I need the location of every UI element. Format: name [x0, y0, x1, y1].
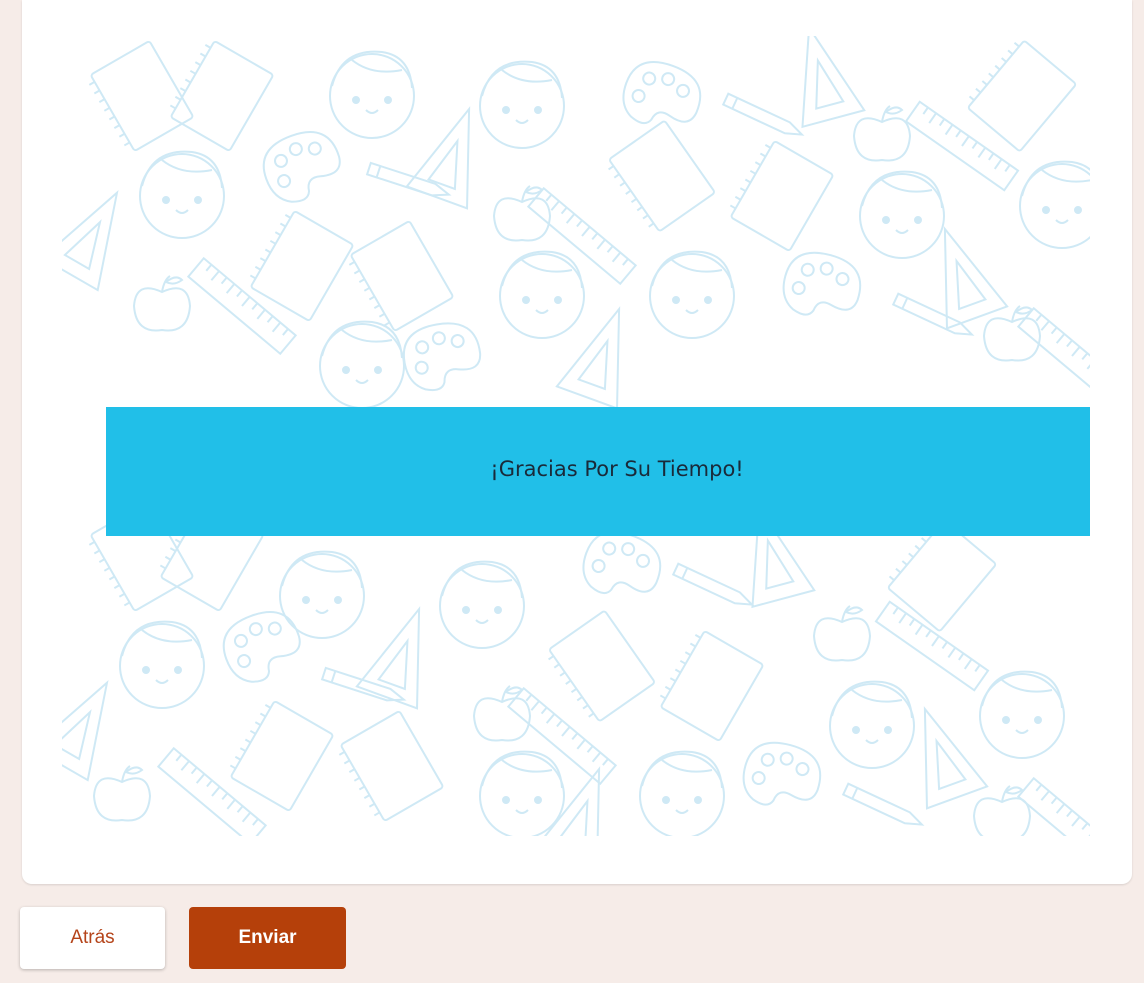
thank-you-message: ¡Gracias Por Su Tiempo! [490, 456, 744, 481]
thank-you-image: ¡Gracias Por Su Tiempo! [62, 36, 1090, 836]
thank-you-banner: ¡Gracias Por Su Tiempo! [106, 407, 1090, 536]
form-card: ¡Gracias Por Su Tiempo! [22, 0, 1132, 884]
back-button[interactable]: Atrás [20, 907, 165, 969]
submit-button[interactable]: Enviar [189, 907, 346, 969]
